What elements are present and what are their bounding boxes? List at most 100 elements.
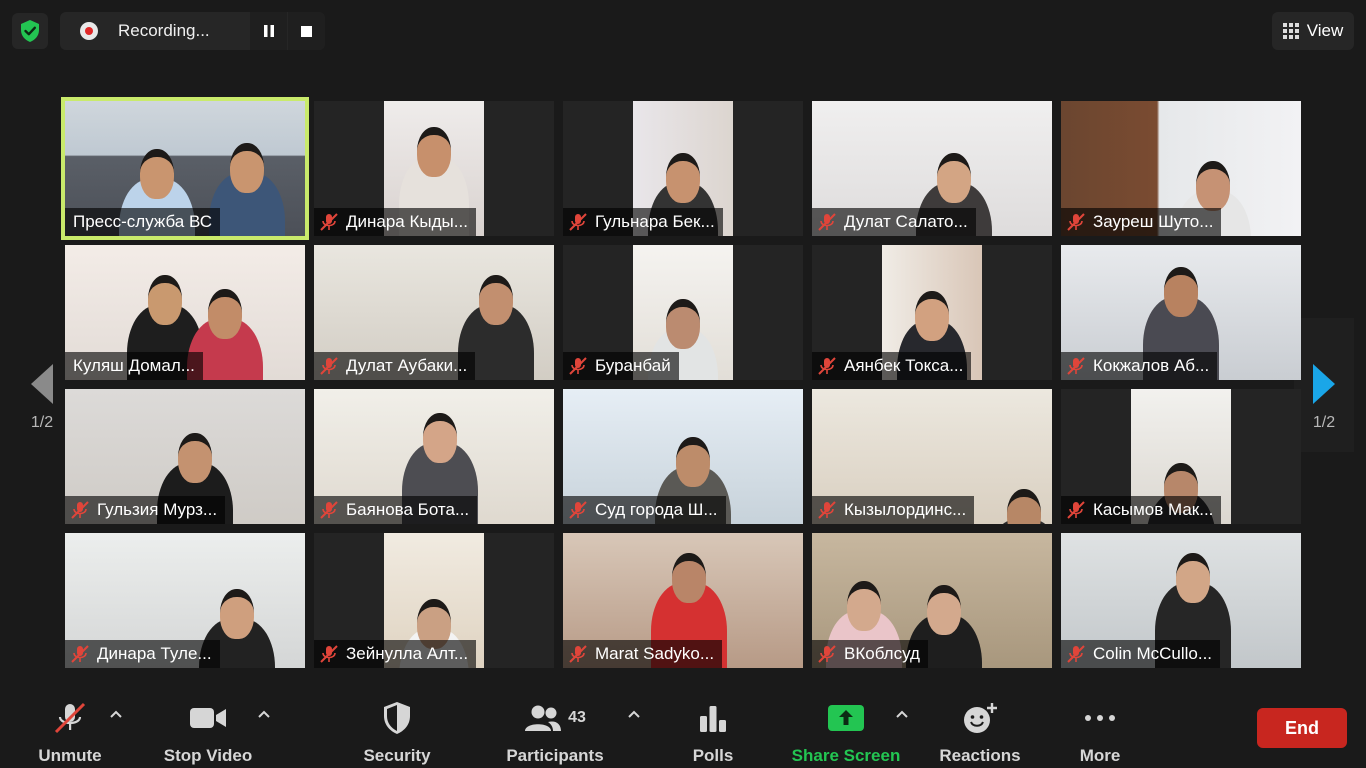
stop-video-button[interactable]: Stop Video — [160, 688, 256, 768]
security-button[interactable]: Security — [357, 688, 437, 768]
pause-recording-button[interactable] — [250, 12, 287, 50]
mic-muted-icon — [567, 643, 589, 665]
participant-tile[interactable]: Динара Кыды... — [314, 101, 554, 236]
participant-tile[interactable]: Динара Туле... — [65, 533, 305, 668]
participant-name: Аянбек Токса... — [844, 356, 964, 375]
more-button[interactable]: More — [1070, 688, 1130, 768]
chevron-up-icon — [628, 710, 640, 718]
top-bar: Recording... View — [0, 0, 1366, 62]
arrow-right-icon — [1313, 364, 1335, 404]
polls-button[interactable]: Polls — [683, 688, 743, 768]
shield-check-icon — [21, 20, 39, 42]
participant-tile[interactable]: Кокжалов Аб... — [1061, 245, 1301, 380]
mic-muted-icon — [567, 211, 589, 233]
share-screen-button[interactable]: Share Screen — [792, 688, 900, 768]
participant-tile[interactable]: Зауреш Шуто... — [1061, 101, 1301, 236]
mic-muted-icon — [1065, 643, 1087, 665]
participant-name: ВКоблсуд — [844, 644, 920, 663]
participant-name-tag: Зауреш Шуто... — [1061, 208, 1222, 236]
participant-name-tag: Кызылординс... — [812, 496, 975, 524]
participant-name-tag: Буранбай — [563, 352, 679, 380]
stop-video-label: Stop Video — [163, 746, 253, 765]
participant-name-tag: Куляш Домал... — [65, 352, 203, 380]
participant-head — [676, 437, 710, 487]
stop-icon — [301, 25, 312, 37]
audio-options-caret[interactable] — [108, 706, 124, 722]
participant-head — [937, 153, 971, 203]
share-screen-label: Share Screen — [791, 746, 901, 765]
participants-options-caret[interactable] — [626, 706, 642, 722]
participant-name-tag: Динара Туле... — [65, 640, 220, 668]
participant-name-tag: Касымов Мак... — [1061, 496, 1222, 524]
reactions-button[interactable]: Reactions — [938, 688, 1022, 768]
participant-tile[interactable]: Дулат Аубаки... — [314, 245, 554, 380]
participant-head — [417, 127, 451, 177]
mic-muted-icon — [318, 211, 340, 233]
participant-tile[interactable]: Куляш Домал... — [65, 245, 305, 380]
page-indicator-left: 1/2 — [30, 414, 54, 431]
mic-muted-icon — [816, 355, 838, 377]
mic-muted-icon — [567, 355, 589, 377]
mic-muted-icon — [69, 643, 91, 665]
participant-tile[interactable]: Зейнулла Алт... — [314, 533, 554, 668]
security-label: Security — [363, 746, 431, 765]
pause-icon — [263, 25, 274, 37]
participant-tile[interactable]: Касымов Мак... — [1061, 389, 1301, 524]
participant-name-tag: Аянбек Токса... — [812, 352, 972, 380]
recording-indicator: Recording... — [60, 12, 325, 50]
participant-tile[interactable]: Кызылординс... — [812, 389, 1052, 524]
prev-page-nav[interactable]: 1/2 — [12, 318, 72, 452]
participant-name-tag: Гульнара Бек... — [563, 208, 723, 236]
next-page-nav[interactable]: 1/2 — [1294, 318, 1354, 452]
participant-name: Касымов Мак... — [1093, 500, 1214, 519]
participant-head — [672, 553, 706, 603]
participant-name-tag: Гульзия Мурз... — [65, 496, 226, 524]
participant-name: Кокжалов Аб... — [1093, 356, 1210, 375]
participant-tile[interactable]: Аянбек Токса... — [812, 245, 1052, 380]
participant-name-tag: Colin McCullo... — [1061, 640, 1221, 668]
participant-head — [178, 433, 212, 483]
participant-head — [140, 149, 174, 199]
participant-head — [1007, 489, 1041, 524]
participant-name-tag: Динара Кыды... — [314, 208, 476, 236]
participant-tile[interactable]: Буранбай — [563, 245, 803, 380]
participant-head — [927, 585, 961, 635]
participant-name-tag: Дулат Аубаки... — [314, 352, 476, 380]
participant-tile[interactable]: Marat Sadyko... — [563, 533, 803, 668]
participants-button[interactable]: 43 Participants — [504, 688, 606, 768]
participant-tile[interactable]: Гульнара Бек... — [563, 101, 803, 236]
mic-muted-icon — [816, 499, 838, 521]
participant-name: Зауреш Шуто... — [1093, 212, 1214, 231]
participant-tile[interactable]: Пресс-служба ВС — [61, 97, 309, 240]
participant-name: Буранбай — [595, 356, 671, 375]
record-dot-icon — [80, 22, 98, 40]
participant-head — [1196, 161, 1230, 211]
share-options-caret[interactable] — [894, 706, 910, 722]
stop-recording-button[interactable] — [288, 12, 325, 50]
participant-head — [1164, 267, 1198, 317]
participant-head — [666, 299, 700, 349]
chevron-up-icon — [896, 710, 908, 718]
participant-name-tag: Marat Sadyko... — [563, 640, 723, 668]
video-grid: Пресс-служба ВС Динара Кыды... Гульнара Бе… — [61, 97, 1301, 668]
page-indicator-right: 1/2 — [1312, 414, 1336, 431]
participant-tile[interactable]: Дулат Салато... — [812, 101, 1052, 236]
unmute-label: Unmute — [38, 746, 102, 765]
participant-tile[interactable]: ВКоблсуд — [812, 533, 1052, 668]
share-screen-icon — [828, 705, 864, 731]
participant-tile[interactable]: Colin McCullo... — [1061, 533, 1301, 668]
participant-tile[interactable]: Баянова Бота... — [314, 389, 554, 524]
more-dots-icon — [1085, 715, 1115, 721]
participant-name-tag: Пресс-служба ВС — [65, 208, 221, 236]
participant-tile[interactable]: Суд города Ш... — [563, 389, 803, 524]
end-meeting-button[interactable]: End — [1257, 708, 1347, 748]
view-button[interactable]: View — [1272, 12, 1354, 50]
chevron-up-icon — [110, 710, 122, 718]
smiley-plus-icon — [964, 703, 997, 733]
participant-tile[interactable]: Гульзия Мурз... — [65, 389, 305, 524]
encryption-shield-button[interactable] — [12, 13, 48, 49]
unmute-button[interactable]: Unmute — [30, 688, 110, 768]
participant-name: Динара Туле... — [97, 644, 212, 663]
video-options-caret[interactable] — [256, 706, 272, 722]
mic-muted-icon — [567, 499, 589, 521]
